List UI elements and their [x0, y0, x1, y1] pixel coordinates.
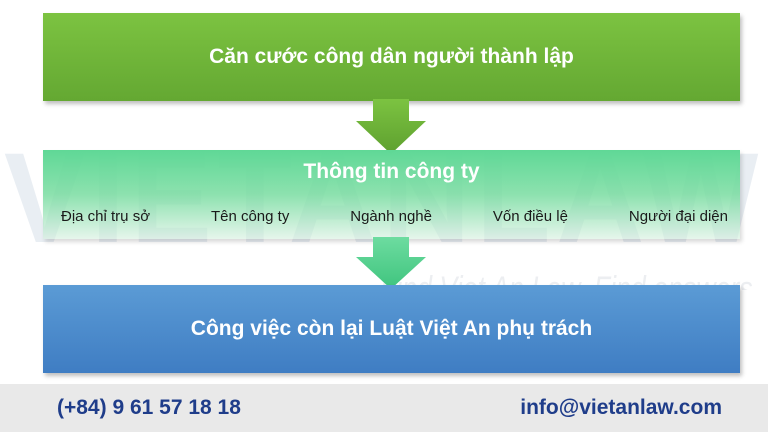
- arrow-down-icon: [356, 99, 426, 154]
- arrow-down-icon: [356, 237, 426, 289]
- company-info-item: Vốn điều lệ: [492, 208, 568, 225]
- email-address[interactable]: info@vietanlaw.com: [520, 396, 722, 420]
- company-info-title: Thông tin công ty: [303, 160, 480, 183]
- step-box-remaining-work-label: Công việc còn lại Luật Việt An phụ trách: [190, 317, 593, 340]
- step-box-company-info: Thông tin công ty Địa chỉ trụ sở Tên côn…: [43, 150, 740, 239]
- contact-footer: (+84) 9 61 57 18 18 info@vietanlaw.com: [0, 384, 768, 432]
- company-info-item: Người đại diện: [628, 208, 728, 225]
- company-info-item: Địa chỉ trụ sở: [61, 208, 151, 225]
- company-info-item: Tên công ty: [210, 208, 290, 225]
- phone-number[interactable]: (+84) 9 61 57 18 18: [57, 396, 241, 420]
- step-box-citizen-id: Căn cước công dân người thành lập: [43, 13, 740, 101]
- company-info-item: Ngành nghề: [350, 208, 432, 225]
- step-box-remaining-work: Công việc còn lại Luật Việt An phụ trách: [43, 285, 740, 373]
- step-box-citizen-id-label: Căn cước công dân người thành lập: [209, 45, 574, 68]
- company-info-items: Địa chỉ trụ sở Tên công ty Ngành nghề Vố…: [43, 194, 740, 239]
